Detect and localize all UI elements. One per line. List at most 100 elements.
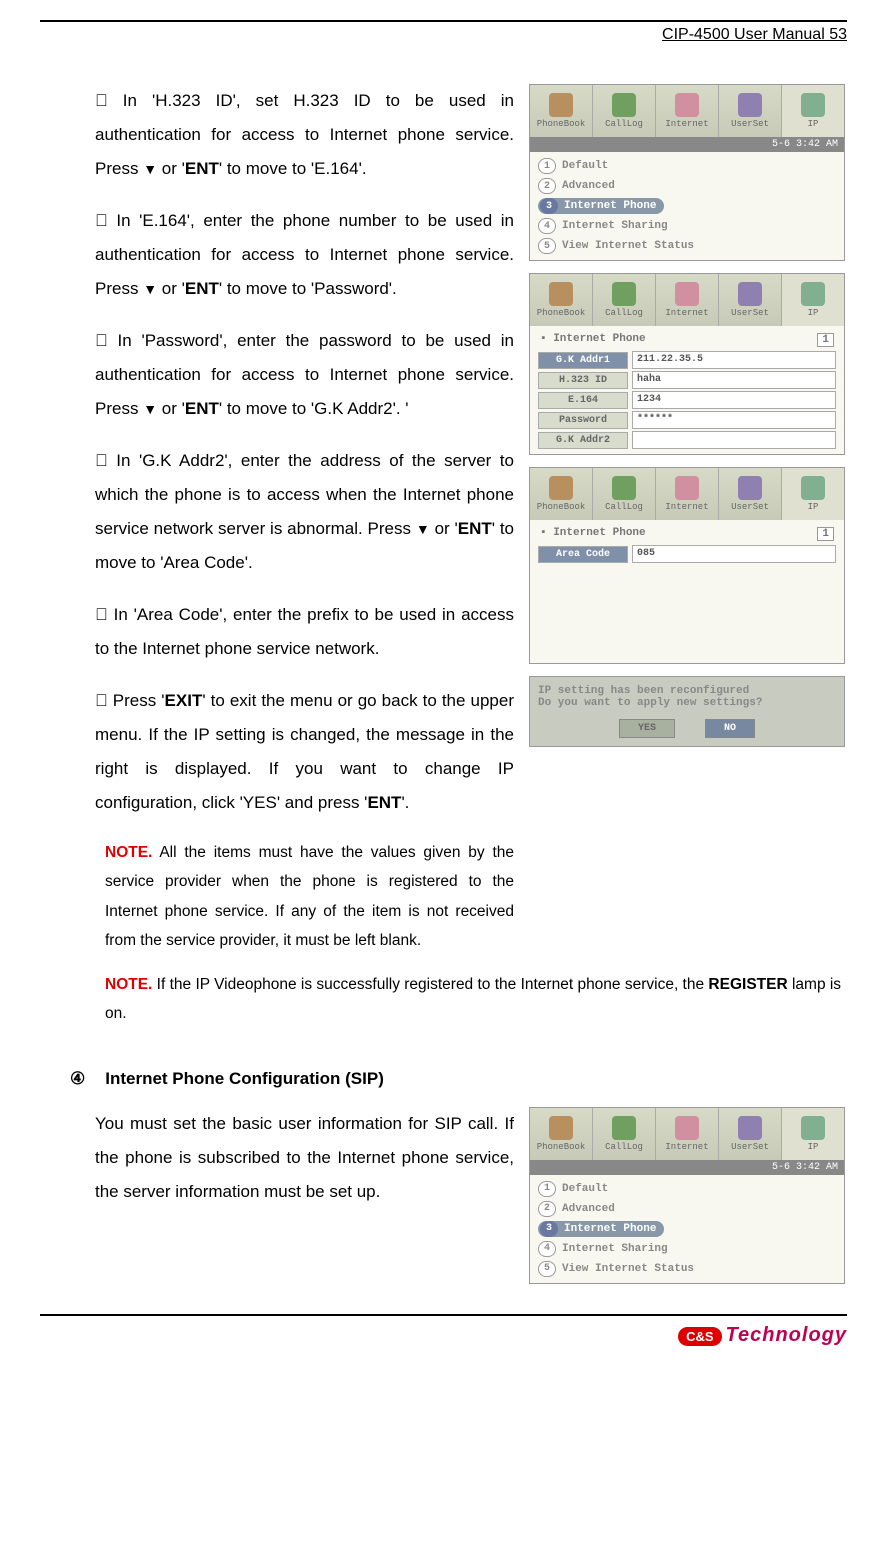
screenshot-form-internet-phone: PhoneBook CallLog Internet UserSet IP ▪ Inte…: [529, 273, 845, 455]
ip-icon: [801, 93, 825, 117]
toolbar-tab-userset[interactable]: UserSet: [719, 274, 782, 326]
tab-label: Internet: [665, 502, 708, 512]
calllog-icon: [612, 476, 636, 500]
logo-text: Technology: [726, 1324, 847, 1346]
form-value[interactable]: ******: [632, 411, 836, 429]
toolbar-tab-internet[interactable]: Internet: [656, 468, 719, 520]
toolbar-tab-userset[interactable]: UserSet: [719, 1108, 782, 1160]
section-number-icon: ④: [70, 1069, 85, 1089]
internet-icon: [675, 476, 699, 500]
form-value[interactable]: 211.22.35.5: [632, 351, 836, 369]
toolbar-tab-calllog[interactable]: CallLog: [593, 274, 656, 326]
toolbar-tab-ip[interactable]: IP: [782, 85, 844, 137]
toolbar-tab-phonebook[interactable]: PhoneBook: [530, 468, 593, 520]
toolbar-tab-phonebook[interactable]: PhoneBook: [530, 85, 593, 137]
text: ' to move to 'E.164'.: [219, 159, 367, 178]
tab-label: Internet: [665, 119, 708, 129]
text: or ': [157, 279, 185, 298]
tab-label: IP: [808, 119, 819, 129]
toolbar-tab-ip[interactable]: IP: [782, 468, 844, 520]
form-value[interactable]: haha: [632, 371, 836, 389]
tab-label: UserSet: [731, 1142, 769, 1152]
toolbar-tab-phonebook[interactable]: PhoneBook: [530, 1108, 593, 1160]
menu-item[interactable]: 3Internet Phone: [534, 1219, 840, 1239]
userset-icon: [738, 282, 762, 306]
down-icon: ▼: [143, 161, 157, 177]
ip-icon: [801, 1116, 825, 1140]
toolbar-tab-internet[interactable]: Internet: [656, 274, 719, 326]
toolbar-tab-userset[interactable]: UserSet: [719, 85, 782, 137]
toolbar-tab-calllog[interactable]: CallLog: [593, 468, 656, 520]
form-label: H.323 ID: [538, 372, 628, 389]
paragraph-e164: 󾠯 In 'E.164', enter the phone number to …: [95, 204, 514, 306]
toolbar-tab-userset[interactable]: UserSet: [719, 468, 782, 520]
form-row: G.K Addr1211.22.35.5: [534, 350, 840, 370]
form-label: E.164: [538, 392, 628, 409]
form-row: Password******: [534, 410, 840, 430]
text: or ': [157, 159, 185, 178]
form-title: ▪ Internet Phone: [540, 333, 646, 347]
paragraph-gkaddr2: 󾠯 In 'G.K Addr2', enter the address of t…: [95, 444, 514, 580]
form-label: G.K Addr1: [538, 352, 628, 369]
paragraph-password: 󾠯 In 'Password', enter the password to b…: [95, 324, 514, 426]
text: If the IP Videophone is successfully reg…: [152, 976, 708, 993]
yes-button[interactable]: YES: [619, 719, 675, 738]
tab-label: UserSet: [731, 119, 769, 129]
phonebook-icon: [549, 476, 573, 500]
form-title: ▪ Internet Phone: [540, 527, 646, 541]
toolbar-tab-internet[interactable]: Internet: [656, 85, 719, 137]
tab-label: CallLog: [605, 308, 643, 318]
text: or ': [157, 399, 185, 418]
page-header: CIP-4500 User Manual 53: [40, 26, 847, 44]
paragraph-h323: 󾠯 In 'H.323 ID', set H.323 ID to be used…: [95, 84, 514, 186]
internet-icon: [675, 1116, 699, 1140]
menu-item[interactable]: 2Advanced: [534, 176, 840, 196]
down-icon: ▼: [416, 521, 430, 537]
menu-item[interactable]: 5View Internet Status: [534, 236, 840, 256]
text: or ': [430, 519, 458, 538]
form-row: E.1641234: [534, 390, 840, 410]
toolbar-tab-calllog[interactable]: CallLog: [593, 1108, 656, 1160]
userset-icon: [738, 93, 762, 117]
form-label: Password: [538, 412, 628, 429]
menu-item[interactable]: 1Default: [534, 156, 840, 176]
ip-icon: [801, 476, 825, 500]
tab-label: UserSet: [731, 308, 769, 318]
form-row: Area Code085: [534, 544, 840, 564]
section-heading-sip: ④Internet Phone Configuration (SIP): [70, 1069, 847, 1089]
menu-item[interactable]: 3Internet Phone: [534, 196, 840, 216]
note-2: NOTE. If the IP Videophone is successful…: [95, 970, 847, 1029]
toolbar-tab-internet[interactable]: Internet: [656, 1108, 719, 1160]
ent-key: ENT: [367, 793, 401, 812]
footer-logo: C&STechnology: [0, 1316, 887, 1367]
paragraph-areacode: 󾠯 In 'Area Code', enter the prefix to be…: [95, 598, 514, 666]
tab-label: PhoneBook: [537, 308, 586, 318]
menu-item[interactable]: 5View Internet Status: [534, 1259, 840, 1279]
toolbar-tab-ip[interactable]: IP: [782, 274, 844, 326]
down-icon: ▼: [143, 281, 157, 297]
form-value[interactable]: 085: [632, 545, 836, 563]
screenshot-form-area-code: PhoneBook CallLog Internet UserSetIP ▪ Inte…: [529, 467, 845, 664]
toolbar-tab-calllog[interactable]: CallLog: [593, 85, 656, 137]
no-button[interactable]: NO: [705, 719, 755, 738]
menu-item[interactable]: 4Internet Sharing: [534, 216, 840, 236]
text: ' to move to 'Password'.: [219, 279, 397, 298]
tab-label: PhoneBook: [537, 502, 586, 512]
screenshot-dialog: IP setting has been reconfigured Do you …: [529, 676, 845, 747]
phonebook-icon: [549, 1116, 573, 1140]
ip-icon: [801, 282, 825, 306]
phonebook-icon: [549, 93, 573, 117]
phonebook-icon: [549, 282, 573, 306]
note-label: NOTE.: [105, 844, 152, 861]
toolbar-tab-ip[interactable]: IP: [782, 1108, 844, 1160]
ent-key: ENT: [185, 279, 219, 298]
tab-label: CallLog: [605, 119, 643, 129]
text: ' to move to 'G.K Addr2'. ': [219, 399, 409, 418]
menu-item[interactable]: 4Internet Sharing: [534, 1239, 840, 1259]
menu-item[interactable]: 2Advanced: [534, 1199, 840, 1219]
toolbar-tab-phonebook[interactable]: PhoneBook: [530, 274, 593, 326]
menu-item[interactable]: 1Default: [534, 1179, 840, 1199]
ent-key: ENT: [185, 159, 219, 178]
form-value[interactable]: [632, 431, 836, 449]
form-value[interactable]: 1234: [632, 391, 836, 409]
